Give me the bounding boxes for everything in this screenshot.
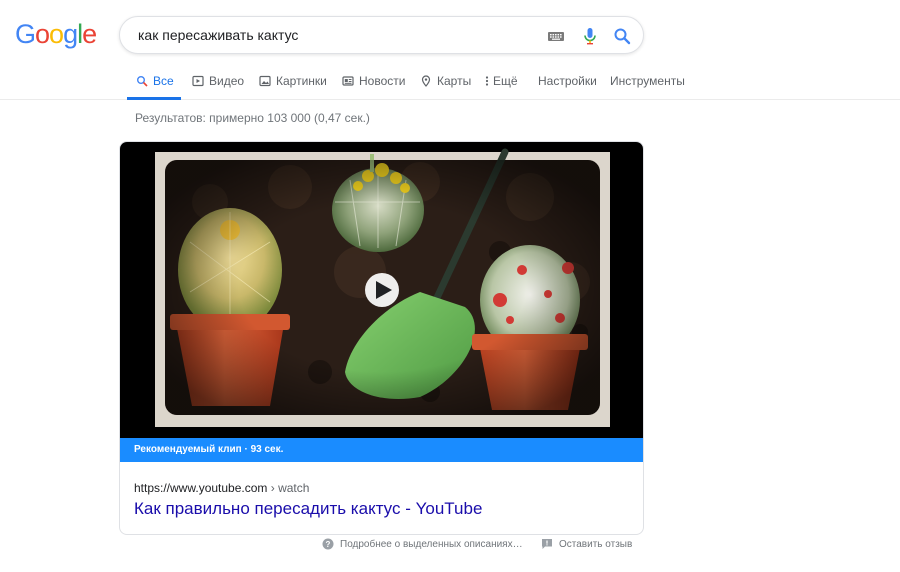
result-title-link[interactable]: Как правильно пересадить кактус - YouTub…	[134, 499, 482, 519]
tab-label: Инструменты	[610, 74, 685, 88]
help-icon: ?	[322, 538, 334, 550]
logo-letter: o	[35, 19, 50, 49]
tab-maps[interactable]: Карты	[420, 62, 471, 100]
play-button[interactable]	[365, 273, 399, 307]
google-logo[interactable]: Google	[15, 17, 97, 51]
featured-clip-bar: Рекомендуемый клип · 93 сек.	[120, 438, 643, 462]
tab-label: Ещё	[493, 74, 518, 88]
tab-label: Видео	[209, 74, 245, 88]
more-vert-icon	[484, 75, 490, 87]
news-icon	[342, 75, 354, 87]
tab-label: Настройки	[538, 74, 597, 88]
microphone-icon[interactable]	[580, 26, 600, 46]
tab-label: Все	[153, 74, 174, 88]
tab-label: Карты	[437, 74, 472, 88]
search-tabs: Все Видео Картинки Новости Карты Ещё Нас…	[0, 62, 900, 100]
logo-letter: e	[82, 19, 97, 49]
tab-tools[interactable]: Инструменты	[610, 62, 685, 100]
search-icon[interactable]	[612, 26, 632, 46]
url-domain: https://www.youtube.com	[134, 481, 268, 495]
video-icon	[192, 75, 204, 87]
tab-more[interactable]: Ещё	[484, 62, 518, 100]
tab-label: Картинки	[276, 74, 327, 88]
send-feedback-link[interactable]: Оставить отзыв	[541, 538, 632, 550]
tab-images[interactable]: Картинки	[259, 62, 327, 100]
logo-letter: G	[15, 19, 36, 49]
map-pin-icon	[420, 75, 432, 87]
tab-settings[interactable]: Настройки	[538, 62, 597, 100]
tab-news[interactable]: Новости	[342, 62, 405, 100]
google-search-results-page: Google как пересаживать кактус Все Видео…	[0, 0, 900, 572]
tab-all[interactable]: Все	[127, 62, 181, 100]
image-icon	[259, 75, 271, 87]
url-breadcrumb: › watch	[270, 481, 310, 495]
search-input[interactable]	[136, 25, 536, 45]
video-thumbnail[interactable]	[120, 142, 643, 438]
about-link-label: Подробнее о выделенных описаниях…	[340, 538, 523, 550]
featured-video-card: Рекомендуемый клип · 93 сек. https://www…	[119, 141, 644, 535]
keyboard-icon[interactable]	[546, 26, 566, 46]
results-count: Результатов: примерно 103 000 (0,47 сек.…	[135, 111, 370, 125]
about-featured-snippets-link[interactable]: ? Подробнее о выделенных описаниях…	[322, 538, 523, 550]
feedback-icon	[541, 538, 553, 550]
svg-text:?: ?	[326, 540, 331, 549]
search-icon	[136, 75, 148, 87]
logo-letter: g	[63, 19, 78, 49]
logo-letter: o	[49, 19, 64, 49]
result-url: https://www.youtube.com › watch	[134, 481, 309, 495]
tab-video[interactable]: Видео	[192, 62, 244, 100]
search-box	[119, 16, 644, 54]
tab-label: Новости	[359, 74, 406, 88]
feedback-link-label: Оставить отзыв	[559, 538, 633, 550]
